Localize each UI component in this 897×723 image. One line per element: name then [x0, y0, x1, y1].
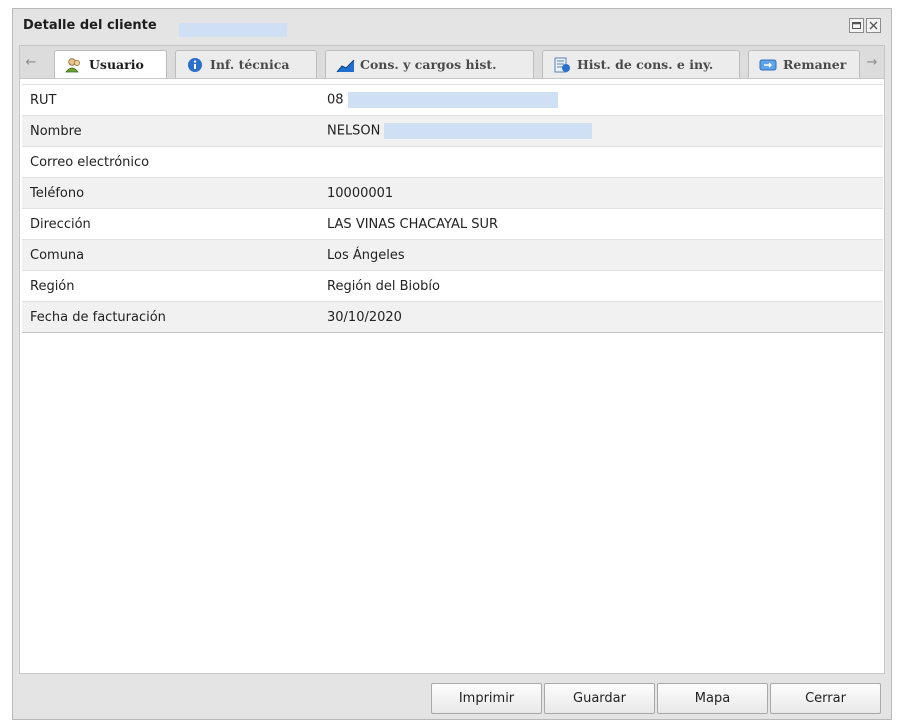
- tab-label: Hist. de cons. e iny.: [577, 57, 714, 72]
- maximize-icon[interactable]: [849, 18, 864, 33]
- field-value: NELSON: [327, 123, 381, 139]
- map-button[interactable]: Mapa: [657, 683, 768, 714]
- tab-strip: ← Usuario Inf. técnica Cons. y cargos hi…: [19, 45, 885, 80]
- table-row: Dirección LAS VINAS CHACAYAL SUR: [22, 208, 883, 240]
- info-icon: [186, 57, 204, 73]
- field-value-cell: NELSON: [327, 115, 883, 147]
- field-value-cell: 08: [327, 84, 883, 116]
- chart-icon: [336, 57, 355, 73]
- print-button[interactable]: Imprimir: [431, 683, 542, 714]
- field-label: Correo electrónico: [22, 146, 327, 178]
- table-row: Fecha de facturación 30/10/2020: [22, 301, 883, 333]
- tab-remanente[interactable]: Remaner: [748, 50, 860, 79]
- field-label: RUT: [22, 84, 327, 116]
- save-button[interactable]: Guardar: [544, 683, 655, 714]
- button-bar: Imprimir Guardar Mapa Cerrar: [13, 674, 891, 720]
- field-value: LAS VINAS CHACAYAL SUR: [327, 208, 883, 240]
- usuario-panel: RUT 08 Nombre NELSON Correo electrónico …: [19, 78, 885, 674]
- tab-label: Cons. y cargos hist.: [360, 57, 497, 72]
- table-row: Correo electrónico: [22, 146, 883, 178]
- window-title: Detalle del cliente: [23, 18, 157, 33]
- window-titlebar[interactable]: Detalle del cliente: [13, 9, 891, 41]
- tab-inf-tecnica[interactable]: Inf. técnica: [175, 50, 317, 79]
- table-row: Región Región del Biobío: [22, 270, 883, 302]
- close-button[interactable]: Cerrar: [770, 683, 881, 714]
- transfer-icon: [759, 57, 777, 73]
- table-row: Comuna Los Ángeles: [22, 239, 883, 271]
- customer-detail-window: Detalle del cliente ← Usuario Inf. técni…: [12, 8, 892, 720]
- field-label: Región: [22, 270, 327, 302]
- field-value: Región del Biobío: [327, 270, 883, 302]
- field-value: 10000001: [327, 177, 883, 209]
- tab-cons-cargos-hist[interactable]: Cons. y cargos hist.: [325, 50, 534, 79]
- field-label: Nombre: [22, 115, 327, 147]
- tab-scroll-right-icon[interactable]: →: [865, 54, 879, 72]
- value-redaction: [347, 92, 558, 108]
- tab-usuario[interactable]: Usuario: [54, 50, 167, 80]
- title-redaction: [179, 23, 287, 37]
- field-label: Comuna: [22, 239, 327, 271]
- close-icon[interactable]: [866, 18, 881, 33]
- table-row: RUT 08: [22, 84, 883, 116]
- field-label: Fecha de facturación: [22, 301, 327, 333]
- field-value: Los Ángeles: [327, 239, 883, 271]
- field-label: Teléfono: [22, 177, 327, 209]
- field-label: Dirección: [22, 208, 327, 240]
- tab-label: Remaner: [783, 57, 847, 72]
- document-icon: [553, 57, 571, 73]
- customer-fields-table: RUT 08 Nombre NELSON Correo electrónico …: [22, 84, 883, 333]
- field-value: 08: [327, 92, 344, 108]
- value-redaction: [384, 123, 593, 139]
- table-row: Nombre NELSON: [22, 115, 883, 147]
- table-row: Teléfono 10000001: [22, 177, 883, 209]
- tab-label: Usuario: [89, 57, 144, 72]
- tab-label: Inf. técnica: [210, 57, 290, 72]
- tab-scroll-left-icon[interactable]: ←: [24, 54, 38, 72]
- field-value: [327, 146, 883, 178]
- field-value: 30/10/2020: [327, 301, 883, 333]
- users-icon: [65, 57, 83, 73]
- tab-hist-cons-iny[interactable]: Hist. de cons. e iny.: [542, 50, 740, 79]
